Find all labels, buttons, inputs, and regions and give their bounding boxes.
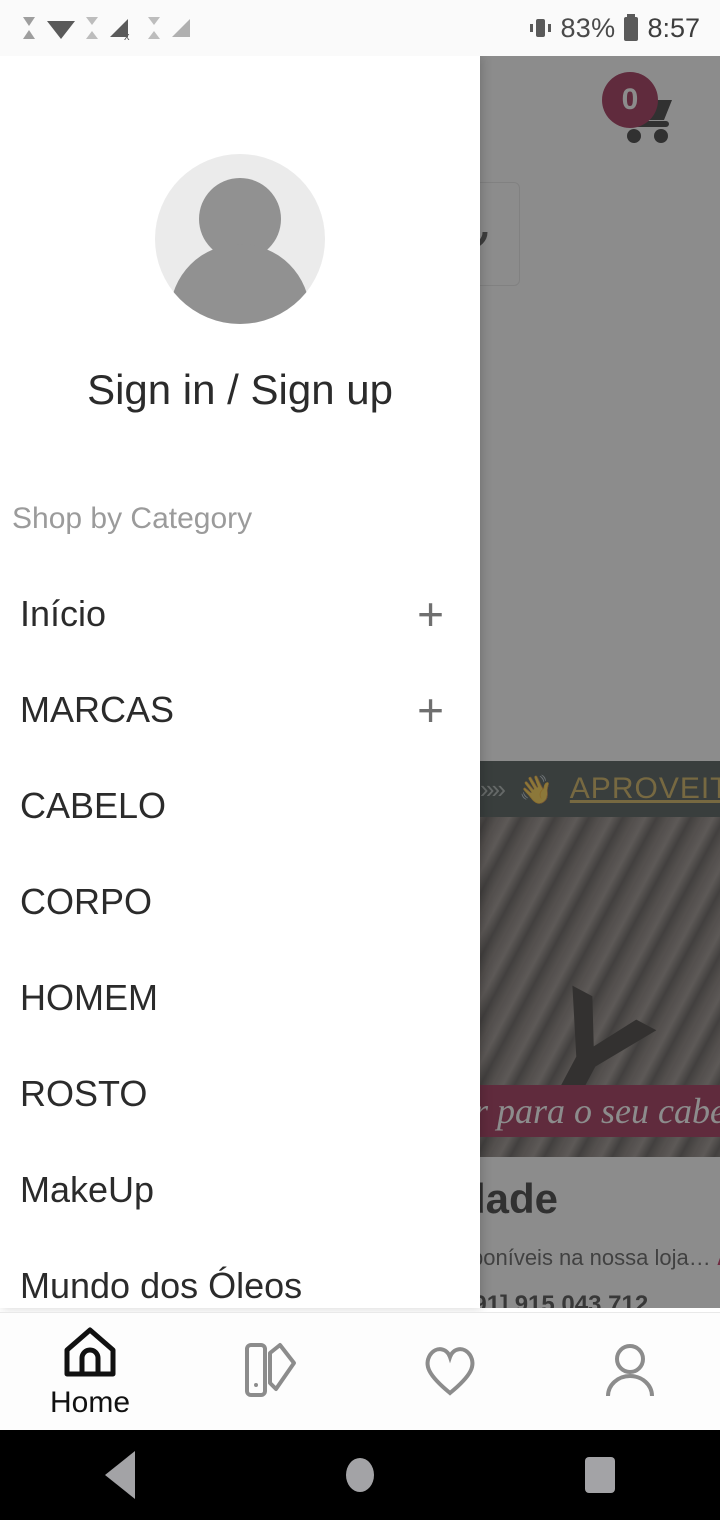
sidebar-item-cabelo[interactable]: CABELO [0,758,480,854]
back-triangle-icon[interactable] [105,1451,136,1499]
account-avatar-icon[interactable] [155,154,325,324]
phone-screen: x 83% 8:57 OS [0,0,720,1520]
sidebar-item-label: HOMEM [20,977,158,1018]
status-bar: x 83% 8:57 [0,0,720,56]
signal-bars-icon [172,19,190,37]
battery-icon [624,14,639,41]
avatar-body-shape [170,244,310,324]
vibrate-icon [530,19,552,37]
person-icon [606,1343,654,1396]
sidebar-item-label: ROSTO [20,1073,148,1114]
plus-icon[interactable]: + [417,687,444,733]
sidebar-item-label: CORPO [20,881,153,922]
sidebar-item-mundo-dos-oleos[interactable]: Mundo dos Óleos [0,1238,480,1308]
sidebar-item-label: Início [20,593,107,634]
navigation-drawer: Sign in / Sign up Shop by Category Iníci… [0,56,480,1308]
sidebar-item-rosto[interactable]: ROSTO [0,1046,480,1142]
bottom-nav-home[interactable]: Home [0,1313,180,1430]
heart-icon [425,1346,475,1396]
battery-percent-label: 83% [560,12,616,43]
home-circle-icon[interactable] [345,1458,374,1492]
bottom-nav-categories[interactable] [180,1313,360,1430]
bottom-nav-account[interactable] [540,1313,720,1430]
signal-no-sim-icon: x [110,19,130,43]
status-bar-right-icons: 83% 8:57 [526,12,700,44]
android-navigation-bar [0,1430,720,1520]
shop-by-category-heading: Shop by Category [12,502,253,535]
bottom-nav-home-label: Home [49,1385,131,1419]
arrow-indicator-icon [86,17,98,39]
sidebar-item-homem[interactable]: HOMEM [0,950,480,1046]
svg-text:x: x [124,31,130,43]
avatar-container[interactable] [0,56,480,324]
recents-square-icon[interactable] [584,1457,615,1493]
sidebar-item-makeup[interactable]: MakeUp [0,1142,480,1238]
status-bar-left-icons: x [20,13,526,43]
categories-icon [245,1342,296,1397]
bottom-navigation-bar: Home [0,1312,720,1430]
sidebar-item-inicio[interactable]: Início + [0,566,480,662]
plus-icon[interactable]: + [417,591,444,637]
clock-label: 8:57 [647,12,700,43]
sidebar-item-label: MakeUp [20,1169,155,1210]
sign-in-sign-up-button[interactable]: Sign in / Sign up [0,366,480,414]
sidebar-item-corpo[interactable]: CORPO [0,854,480,950]
sidebar-item-label: CABELO [20,785,167,826]
sidebar-item-label: Mundo dos Óleos [20,1265,303,1306]
drawer-menu-list: Início + MARCAS + CABELO CORPO HOMEM ROS… [0,566,480,1308]
sidebar-item-marcas[interactable]: MARCAS + [0,662,480,758]
home-icon [64,1327,116,1376]
arrow-indicator-icon [23,17,35,39]
arrow-indicator-icon [148,17,160,39]
sidebar-item-label: MARCAS [20,689,175,730]
bottom-nav-wishlist[interactable] [360,1313,540,1430]
wifi-icon [47,21,75,39]
